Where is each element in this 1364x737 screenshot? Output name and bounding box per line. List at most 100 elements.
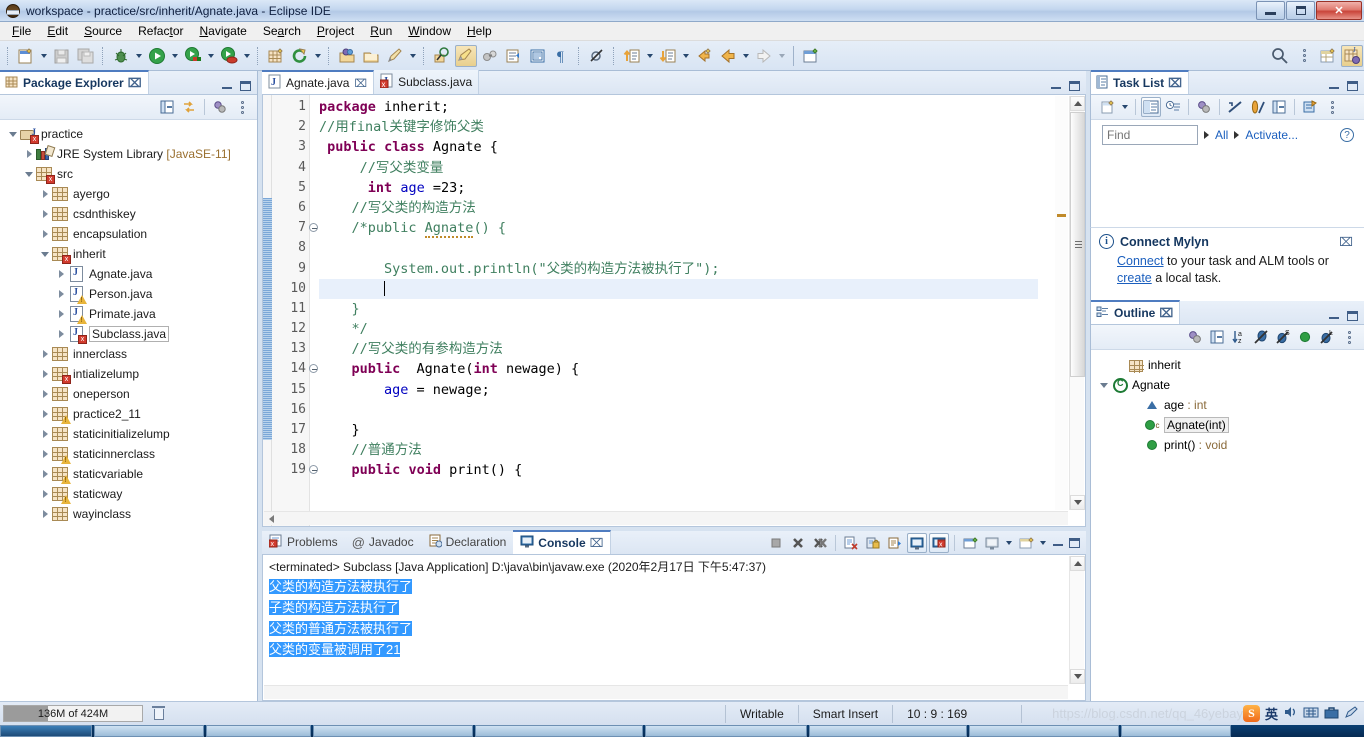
heap-status[interactable]: 136M of 424M	[3, 705, 143, 722]
menu-refactor[interactable]: Refactor	[130, 22, 191, 40]
coverage-dropdown-arrow[interactable]	[241, 45, 253, 67]
mylyn-create-link[interactable]: create	[1117, 271, 1152, 285]
expand-twisty-icon[interactable]	[38, 424, 52, 444]
expand-twisty-icon[interactable]	[22, 144, 36, 164]
collapse-twisty-icon[interactable]	[1097, 375, 1111, 395]
focus-on-workweek-icon[interactable]	[1194, 97, 1214, 117]
editor-overview-ruler[interactable]	[1055, 96, 1068, 510]
scroll-up-button[interactable]	[1070, 556, 1085, 571]
tree-item-innerclass[interactable]: innerclass	[0, 344, 257, 364]
tree-item-inherit[interactable]: x inherit	[0, 244, 257, 264]
menu-run[interactable]: Run	[362, 22, 400, 40]
taskbar-item[interactable]	[1121, 725, 1231, 737]
expand-twisty-icon[interactable]	[54, 304, 68, 324]
scroll-down-button[interactable]	[1070, 495, 1085, 510]
new-wizard-icon[interactable]	[15, 45, 37, 67]
refresh-icon[interactable]	[289, 45, 311, 67]
expand-twisty-icon[interactable]	[38, 184, 52, 204]
tree-item-practice2-11[interactable]: practice2_11	[0, 404, 257, 424]
hide-static-icon[interactable]: S	[1273, 327, 1293, 347]
next-member-dropdown-arrow[interactable]	[680, 45, 692, 67]
outline-item-print-[interactable]: print() : void	[1091, 435, 1364, 455]
close-icon[interactable]: ⌧	[590, 536, 604, 550]
tree-item-agnate-java[interactable]: Agnate.java	[0, 264, 257, 284]
activate-arrow-icon[interactable]	[1234, 131, 1240, 139]
outline-item-inherit[interactable]: inherit	[1091, 355, 1364, 375]
console-vertical-scrollbar[interactable]	[1069, 556, 1085, 684]
remove-all-launches-icon[interactable]	[810, 533, 830, 553]
minimize-icon[interactable]	[222, 82, 232, 90]
expand-twisty-icon[interactable]	[38, 364, 52, 384]
outline-tree[interactable]: inheritAgnateage : intcAgnate(int)print(…	[1091, 350, 1364, 455]
collapse-all-icon[interactable]	[1207, 327, 1227, 347]
sort-icon[interactable]: az	[1229, 327, 1249, 347]
debug-dropdown-arrow[interactable]	[133, 45, 145, 67]
tree-item-subclass-java[interactable]: xSubclass.java	[0, 324, 257, 344]
expand-twisty-icon[interactable]	[38, 464, 52, 484]
menu-file[interactable]: File	[4, 22, 39, 40]
maximize-icon[interactable]	[1347, 81, 1358, 91]
next-member-icon[interactable]	[657, 45, 679, 67]
tree-item-practice[interactable]: Jx practice	[0, 124, 257, 144]
hide-fields-icon[interactable]	[1251, 327, 1271, 347]
categorized-presentation-icon[interactable]	[1141, 97, 1161, 117]
expand-twisty-icon[interactable]	[38, 404, 52, 424]
tab-declaration[interactable]: Declaration	[421, 530, 514, 554]
tree-item-staticinitializelump[interactable]: staticinitializelump	[0, 424, 257, 444]
forward-dropdown-arrow[interactable]	[776, 45, 788, 67]
dots-menu-icon[interactable]	[1293, 45, 1315, 67]
toolbox-icon[interactable]	[1324, 705, 1339, 722]
find-input[interactable]	[1102, 125, 1198, 145]
tree-item-ayergo[interactable]: ayergo	[0, 184, 257, 204]
run-icon[interactable]	[146, 45, 168, 67]
remove-launch-icon[interactable]	[788, 533, 808, 553]
scheduled-presentation-icon[interactable]	[1163, 97, 1183, 117]
new-java-package-icon[interactable]	[265, 45, 287, 67]
menu-source[interactable]: Source	[76, 22, 130, 40]
taskbar-start-button[interactable]	[0, 725, 92, 737]
fold-toggle-icon[interactable]	[309, 364, 318, 374]
close-icon[interactable]: ⌧	[1339, 235, 1353, 249]
collapse-all-icon[interactable]	[1269, 97, 1289, 117]
tree-item-staticinnerclass[interactable]: staticinnerclass	[0, 444, 257, 464]
fold-toggle-icon[interactable]	[309, 465, 318, 475]
editor-scroll-thumb[interactable]	[1070, 112, 1085, 377]
minimize-button[interactable]	[1256, 0, 1285, 20]
menu-search[interactable]: Search	[255, 22, 309, 40]
lock-scroll-icon[interactable]	[863, 533, 883, 553]
focus-on-active-task-icon[interactable]	[1185, 327, 1205, 347]
filter-arrow-icon[interactable]	[1204, 131, 1209, 139]
tree-item-person-java[interactable]: Person.java	[0, 284, 257, 304]
tab-javadoc[interactable]: @ Javadoc	[345, 530, 421, 554]
back-icon[interactable]	[717, 45, 739, 67]
tab-task-list[interactable]: Task List ⌧	[1091, 70, 1189, 94]
collapse-twisty-icon[interactable]	[22, 164, 36, 184]
run-dropdown-arrow[interactable]	[169, 45, 181, 67]
display-selected-console-icon[interactable]: x	[929, 533, 949, 553]
taskbar-item[interactable]	[969, 725, 1119, 737]
expand-twisty-icon[interactable]	[38, 444, 52, 464]
focus-active-task-icon[interactable]	[1247, 97, 1267, 117]
refresh-dropdown-arrow[interactable]	[312, 45, 324, 67]
tree-item-encapsulation[interactable]: encapsulation	[0, 224, 257, 244]
hide-non-public-icon[interactable]	[1295, 327, 1315, 347]
editor-vertical-scrollbar[interactable]	[1069, 96, 1085, 510]
open-task-icon[interactable]	[360, 45, 382, 67]
collapse-twisty-icon[interactable]	[38, 244, 52, 264]
tree-item-oneperson[interactable]: oneperson	[0, 384, 257, 404]
clear-console-icon[interactable]	[841, 533, 861, 553]
tree-item-primate-java[interactable]: Primate.java	[0, 304, 257, 324]
minimize-icon[interactable]	[1051, 82, 1061, 90]
help-icon[interactable]: ?	[1340, 128, 1354, 142]
close-icon[interactable]: ⌧	[128, 76, 142, 90]
taskbar-item[interactable]	[313, 725, 473, 737]
show-on-output-icon[interactable]	[885, 533, 905, 553]
tab-problems[interactable]: x Problems	[262, 530, 345, 554]
expand-twisty-icon[interactable]	[54, 284, 68, 304]
new-perspective-icon[interactable]	[1317, 45, 1339, 67]
editor-tab-subclass[interactable]: Jx Subclass.java	[374, 70, 480, 94]
new-task-dropdown-arrow[interactable]	[1119, 96, 1131, 118]
tree-item-intializelump[interactable]: x intializelump	[0, 364, 257, 384]
keyboard-icon[interactable]	[1303, 706, 1319, 722]
collapse-all-icon[interactable]	[157, 97, 177, 117]
